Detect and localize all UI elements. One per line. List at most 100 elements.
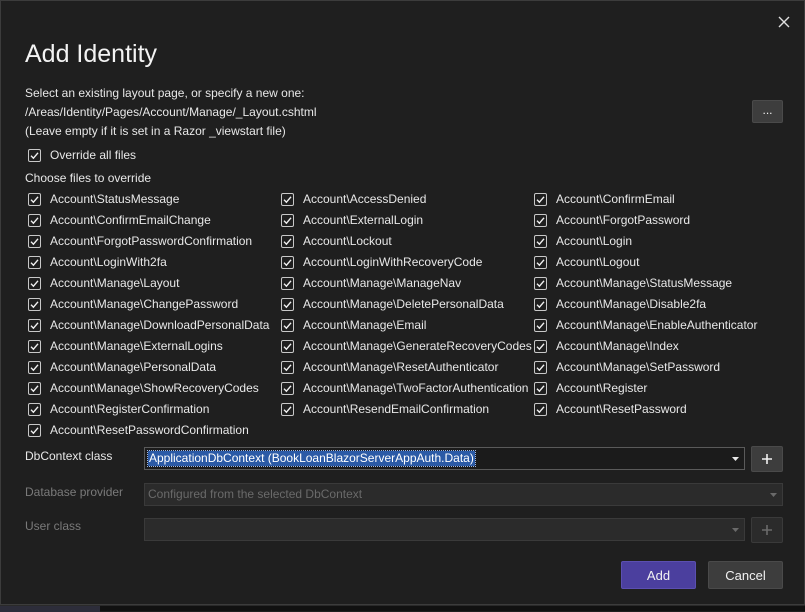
file-checkbox[interactable] (534, 360, 547, 374)
file-checkbox[interactable] (534, 213, 547, 227)
file-checkbox-label: Account\ResendEmailConfirmation (303, 402, 490, 416)
file-checkbox-row[interactable]: Account\Manage\Disable2fa (534, 296, 706, 312)
file-checkbox[interactable] (534, 402, 547, 416)
file-checkbox-row[interactable]: Account\ResendEmailConfirmation (281, 401, 489, 417)
file-checkbox-row[interactable]: Account\ConfirmEmail (534, 191, 675, 207)
file-checkbox-label: Account\Lockout (303, 234, 392, 248)
file-checkbox-row[interactable]: Account\Manage\Email (281, 317, 426, 333)
checkmark-icon (536, 300, 545, 308)
file-checkbox-row[interactable]: Account\ForgotPassword (534, 212, 690, 228)
file-checkbox-row[interactable]: Account\Manage\StatusMessage (534, 275, 732, 291)
add-button[interactable]: Add (621, 561, 696, 589)
file-checkbox-row[interactable]: Account\LoginWith2fa (28, 254, 167, 270)
checkmark-icon (283, 195, 292, 203)
file-checkbox[interactable] (281, 297, 294, 311)
file-checkbox-row[interactable]: Account\LoginWithRecoveryCode (281, 254, 482, 270)
file-checkbox-row[interactable]: Account\AccessDenied (281, 191, 426, 207)
file-checkbox[interactable] (534, 276, 547, 290)
file-checkbox-row[interactable]: Account\Manage\DownloadPersonalData (28, 317, 269, 333)
file-checkbox-label: Account\Manage\SetPassword (556, 360, 721, 374)
file-checkbox-label: Account\Manage\DownloadPersonalData (50, 318, 270, 332)
file-checkbox[interactable] (534, 234, 547, 248)
file-checkbox[interactable] (28, 360, 41, 374)
file-checkbox-row[interactable]: Account\ExternalLogin (281, 212, 423, 228)
override-all-label: Override all files (50, 148, 137, 162)
file-checkbox[interactable] (281, 381, 294, 395)
browse-layout-button[interactable]: ... (752, 100, 783, 123)
checkmark-icon (283, 279, 292, 287)
file-checkbox-row[interactable]: Account\ResetPasswordConfirmation (28, 422, 249, 438)
file-checkbox-label: Account\ResetPassword (556, 402, 687, 416)
file-checkbox[interactable] (534, 318, 547, 332)
file-checkbox-row[interactable]: Account\ConfirmEmailChange (28, 212, 211, 228)
file-checkbox-row[interactable]: Account\Lockout (281, 233, 392, 249)
file-checkbox-row[interactable]: Account\Manage\GenerateRecoveryCodes (281, 338, 532, 354)
file-checkbox[interactable] (28, 234, 41, 248)
file-checkbox-label: Account\Manage\Index (556, 339, 679, 353)
checkmark-icon (30, 151, 39, 159)
database-provider-dropdown[interactable]: Configured from the selected DbContext (144, 483, 783, 506)
file-checkbox-row[interactable]: Account\Manage\TwoFactorAuthentication (281, 380, 528, 396)
add-dbcontext-button[interactable] (751, 446, 783, 472)
file-checkbox[interactable] (281, 276, 294, 290)
file-checkbox-row[interactable]: Account\Manage\Index (534, 338, 679, 354)
file-checkbox-row[interactable]: Account\Manage\ShowRecoveryCodes (28, 380, 259, 396)
file-checkbox[interactable] (534, 339, 547, 353)
layout-page-path[interactable]: /Areas/Identity/Pages/Account/Manage/_La… (25, 105, 317, 119)
file-checkbox-label: Account\Manage\StatusMessage (556, 276, 733, 290)
file-checkbox[interactable] (281, 255, 294, 269)
file-checkbox-row[interactable]: Account\Manage\Layout (28, 275, 179, 291)
cancel-button[interactable]: Cancel (708, 561, 783, 589)
file-checkbox-row[interactable]: Account\Manage\ResetAuthenticator (281, 359, 498, 375)
file-checkbox-label: Account\LoginWithRecoveryCode (303, 255, 483, 269)
file-checkbox-row[interactable]: Account\StatusMessage (28, 191, 179, 207)
add-user-class-button[interactable] (751, 517, 783, 543)
file-checkbox[interactable] (281, 339, 294, 353)
file-checkbox[interactable] (281, 318, 294, 332)
file-checkbox-row[interactable]: Account\Manage\ManageNav (281, 275, 461, 291)
close-button[interactable] (773, 11, 795, 33)
checkmark-icon (536, 195, 545, 203)
file-checkbox[interactable] (534, 192, 547, 206)
file-checkbox-row[interactable]: Account\Manage\ChangePassword (28, 296, 238, 312)
file-checkbox[interactable] (281, 213, 294, 227)
file-checkbox[interactable] (28, 318, 41, 332)
file-checkbox[interactable] (28, 255, 41, 269)
user-class-dropdown[interactable] (144, 518, 745, 541)
file-checkbox-row[interactable]: Account\Manage\EnableAuthenticator (534, 317, 757, 333)
file-checkbox-row[interactable]: Account\Manage\ExternalLogins (28, 338, 223, 354)
checkmark-icon (30, 300, 39, 308)
file-checkbox[interactable] (28, 402, 41, 416)
dbcontext-dropdown[interactable]: ApplicationDbContext (BookLoanBlazorServ… (144, 447, 745, 470)
file-checkbox[interactable] (281, 360, 294, 374)
file-checkbox[interactable] (281, 402, 294, 416)
file-checkbox-row[interactable]: Account\Register (534, 380, 647, 396)
file-checkbox[interactable] (28, 339, 41, 353)
file-checkbox[interactable] (281, 192, 294, 206)
file-checkbox-row[interactable]: Account\Manage\PersonalData (28, 359, 216, 375)
file-checkbox-row[interactable]: Account\Manage\DeletePersonalData (281, 296, 504, 312)
checkmark-icon (536, 363, 545, 371)
file-checkbox[interactable] (28, 276, 41, 290)
file-checkbox-label: Account\Manage\ChangePassword (50, 297, 239, 311)
file-checkbox[interactable] (28, 297, 41, 311)
file-checkbox[interactable] (534, 255, 547, 269)
file-checkbox-row[interactable]: Account\Login (534, 233, 632, 249)
file-checkbox-row[interactable]: Account\ResetPassword (534, 401, 687, 417)
file-checkbox-label: Account\Manage\GenerateRecoveryCodes (303, 339, 532, 353)
file-checkbox-row[interactable]: Account\Logout (534, 254, 639, 270)
file-checkbox[interactable] (28, 381, 41, 395)
file-checkbox[interactable] (28, 213, 41, 227)
file-checkbox-row[interactable]: Account\Manage\SetPassword (534, 359, 720, 375)
file-checkbox[interactable] (281, 234, 294, 248)
file-checkbox-row[interactable]: Account\RegisterConfirmation (28, 401, 209, 417)
file-checkbox[interactable] (534, 381, 547, 395)
file-checkbox[interactable] (28, 423, 41, 437)
file-checkbox-row[interactable]: Account\ForgotPasswordConfirmation (28, 233, 252, 249)
override-all-checkbox[interactable] (28, 148, 41, 162)
file-checkbox[interactable] (534, 297, 547, 311)
override-all-checkbox-row[interactable]: Override all files (28, 147, 136, 163)
checkmark-icon (30, 384, 39, 392)
file-checkbox[interactable] (28, 192, 41, 206)
checkmark-icon (536, 258, 545, 266)
